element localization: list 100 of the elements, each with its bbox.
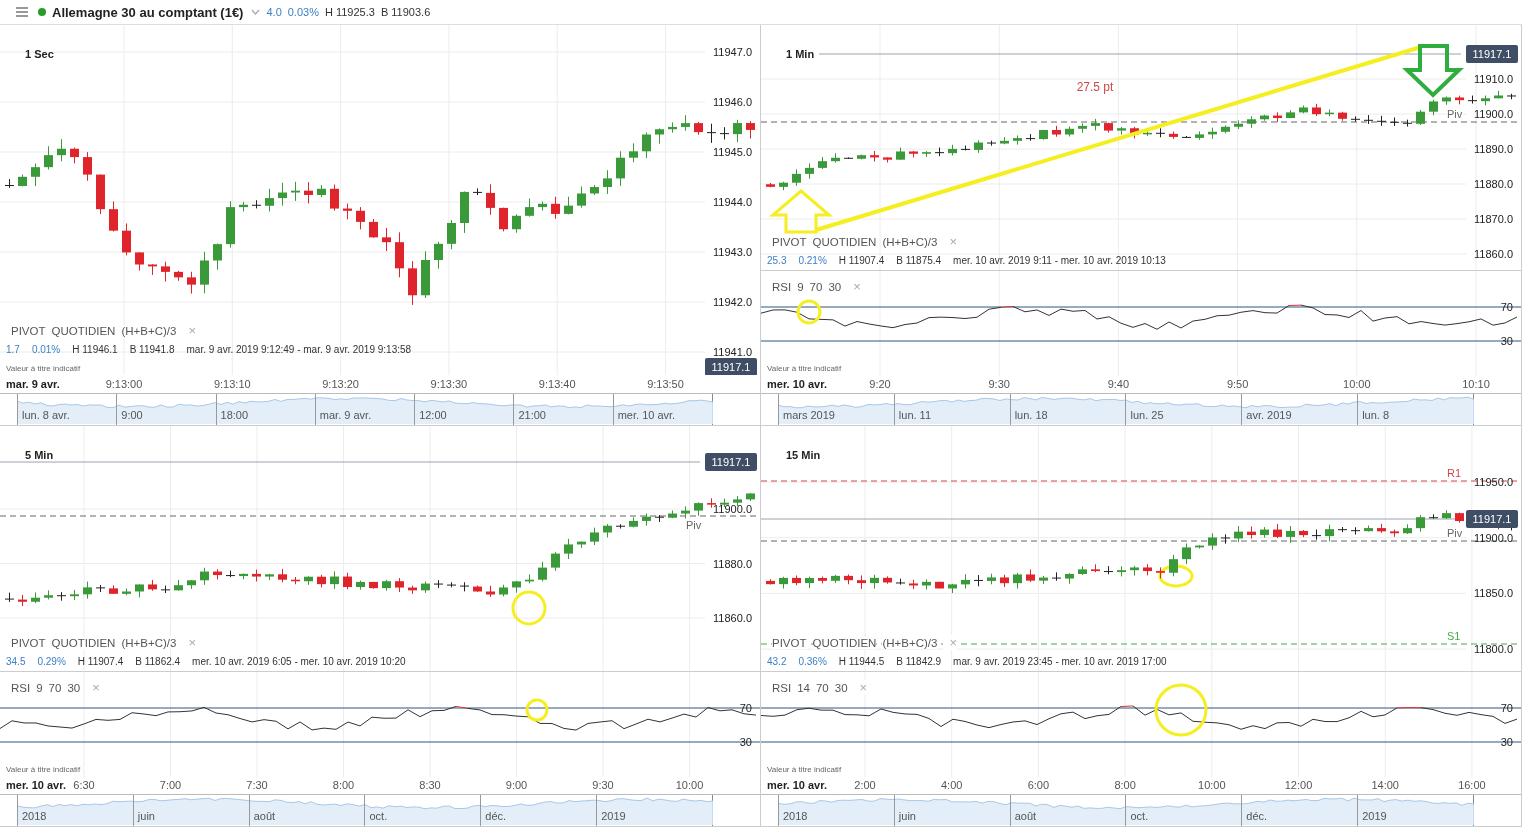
y-axis-label: 11850.0 — [1474, 587, 1513, 600]
navigator-bar[interactable]: lun. 8 avr. 9:00 18:00 mar. 9 avr. 12:00 21:00 mer. 10 avr. — [17, 394, 713, 425]
indicator-name: PIVOT — [772, 636, 807, 649]
indicator-parameter: 70 — [48, 681, 62, 694]
level-label: S1 — [1447, 630, 1461, 642]
y-axis-label: 11870.0 — [1474, 213, 1513, 225]
x-axis-label: 9:40 — [1107, 378, 1130, 390]
x-axis-label: 9:13:30 — [430, 378, 468, 390]
x-axis-label: 9:13:10 — [213, 378, 251, 390]
y-axis-label: 11890.0 — [1474, 143, 1513, 155]
indicator-name: PIVOT — [11, 324, 46, 337]
indicator-period: QUOTIDIEN — [51, 636, 116, 649]
rsi-level-label: 30 — [1500, 335, 1513, 347]
x-axis-label: 12:00 — [1284, 779, 1313, 791]
y-axis-label: 11946.0 — [713, 96, 752, 108]
x-axis-label: 9:13:40 — [538, 378, 576, 390]
x-axis-label: 8:30 — [419, 779, 441, 791]
x-axis-label: 9:13:00 — [105, 378, 143, 390]
low-value: B 11862.4 — [135, 656, 181, 667]
navigator-label: 2018 — [778, 795, 894, 826]
y-axis-label: 11880.0 — [713, 557, 752, 570]
navigator-label: juin — [893, 795, 1010, 826]
navigator-label: mars 2019 — [778, 394, 894, 425]
navigator-bar[interactable]: 2018 juin août oct. déc. 2019 — [17, 795, 713, 826]
navigator-label: août — [1009, 795, 1126, 826]
y-axis-label: 11880.0 — [1474, 178, 1513, 190]
high-value: H 11946.1 — [72, 344, 118, 355]
indicator-parameter: 14 — [797, 681, 810, 694]
indicator-period: QUOTIDIEN — [812, 636, 877, 649]
navigator-label: 2019 — [1357, 795, 1473, 826]
level-label: R1 — [1447, 467, 1462, 479]
navigator-label: 18:00 — [215, 394, 315, 425]
x-axis-label: 9:30 — [988, 378, 1010, 390]
y-axis-label: 11943.0 — [713, 246, 752, 258]
percent-value: 0.01% — [31, 344, 61, 355]
low-value: B 11941.8 — [129, 344, 175, 355]
change-value: 43.2 — [767, 656, 787, 667]
x-axis-label: 9:30 — [592, 779, 614, 791]
y-axis-label: 11941.0 — [713, 346, 752, 358]
y-axis-label: 11900.0 — [1474, 108, 1513, 120]
indicator-name: RSI — [772, 681, 792, 694]
disclaimer-note: Valeur à titre indicatif — [6, 765, 81, 774]
high-price: H 11925.3 — [324, 6, 375, 18]
navigator-bar[interactable]: mars 2019 lun. 11 lun. 18 lun. 25 avr. 2019 lun. 8 — [778, 394, 1474, 425]
indicator-period: QUOTIDIEN — [812, 235, 877, 248]
timeframe-label: 1 Sec — [25, 48, 54, 60]
x-axis-label: 16:00 — [1458, 779, 1486, 791]
instrument-title[interactable]: Allemagne 30 au comptant (1€) — [52, 4, 244, 20]
indicator-parameter: 30 — [834, 681, 848, 694]
change-value: 25.3 — [767, 255, 787, 266]
y-axis-label: 11945.0 — [713, 146, 752, 158]
x-axis-label: 6:00 — [1027, 779, 1050, 791]
indicator-name: PIVOT — [772, 235, 807, 248]
measure-label: 27.5 pt — [1076, 80, 1114, 94]
indicator-parameter: 70 — [809, 280, 823, 293]
indicator-name: RSI — [11, 681, 31, 694]
navigator-label: août — [248, 795, 365, 826]
low-value: B 11875.4 — [896, 255, 942, 266]
indicator-name: RSI — [772, 280, 792, 293]
y-axis-label: 11860.0 — [1474, 248, 1513, 260]
navigator-label: mar. 9 avr. — [314, 394, 415, 425]
price-change: 4.0 — [266, 6, 282, 18]
level-label: Piv — [1447, 527, 1463, 539]
disclaimer-note: Valeur à titre indicatif — [767, 765, 842, 774]
x-axis-label: 8:00 — [1114, 779, 1136, 791]
change-value: 1.7 — [6, 344, 20, 355]
rsi-level-label: 70 — [739, 702, 752, 714]
x-axis-label: 9:13:50 — [647, 378, 684, 390]
navigator-label: 21:00 — [513, 394, 613, 425]
x-axis-label: 10:00 — [1343, 378, 1371, 390]
y-axis-label: 11910.0 — [1474, 73, 1513, 85]
indicator-parameter: 9 — [36, 681, 43, 694]
high-value: H 11907.4 — [77, 656, 124, 667]
timeframe-label: 5 Min — [25, 449, 54, 461]
y-axis-label: 11944.0 — [713, 196, 752, 208]
navigator-label: oct. — [364, 795, 481, 826]
x-axis-date: mer. 10 avr. — [6, 779, 66, 791]
low-value: B 11842.9 — [896, 656, 942, 667]
x-axis-label: 14:00 — [1371, 779, 1399, 791]
navigator-label: déc. — [1241, 795, 1358, 826]
low-price: B 11903.6 — [380, 6, 431, 18]
y-axis-label: 11800.0 — [1474, 643, 1513, 656]
x-axis-date: mer. 10 avr. — [767, 779, 827, 791]
disclaimer-note: Valeur à titre indicatif — [6, 364, 81, 373]
rsi-level-label: 70 — [1500, 301, 1513, 313]
price-tag: 11917.1 — [1466, 510, 1518, 528]
x-axis-label: 10:10 — [1462, 378, 1490, 390]
close-button[interactable]: × — [943, 635, 957, 650]
x-axis-label: 10:00 — [1198, 779, 1226, 791]
indicator-name: PIVOT — [11, 636, 46, 649]
level-label: Piv — [686, 519, 702, 531]
indicator-formula: (H+B+C)/3 — [882, 636, 938, 649]
navigator-bar[interactable]: 2018 juin août oct. déc. 2019 — [778, 795, 1474, 826]
y-axis-label: 11900.0 — [1474, 531, 1513, 544]
percent-value: 0.29% — [37, 656, 66, 667]
x-axis-label: 6:30 — [73, 779, 95, 791]
indicator-formula: (H+B+C)/3 — [882, 235, 938, 248]
rsi-level-label: 30 — [739, 736, 752, 748]
x-axis-date: mar. 9 avr. — [6, 378, 60, 390]
navigator-label: avr. 2019 — [1241, 394, 1358, 425]
